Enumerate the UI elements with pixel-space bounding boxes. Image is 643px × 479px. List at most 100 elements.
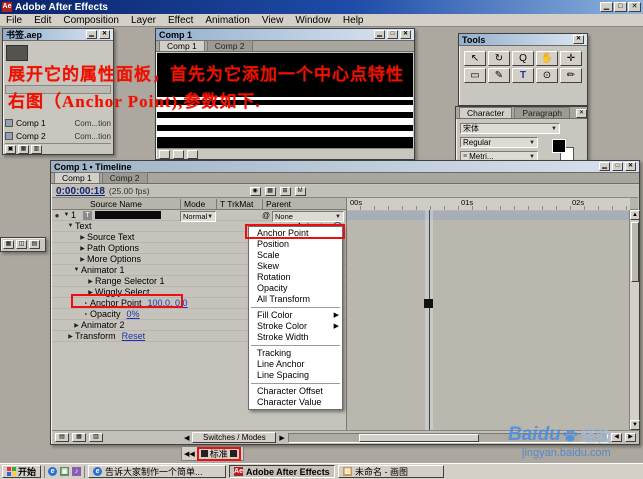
- timeline-vertical-scrollbar[interactable]: ▲ ▼: [629, 210, 640, 430]
- layer-row[interactable]: ● ▼ 1 T Normal ▼ @ None ▼: [52, 210, 346, 222]
- motion-blur-icon[interactable]: M: [294, 186, 306, 196]
- column-parent[interactable]: Parent: [262, 199, 291, 209]
- time-ruler[interactable]: 00s 01s 02s: [346, 198, 630, 210]
- hand-tool-icon[interactable]: ✋: [536, 51, 558, 66]
- tab-paragraph[interactable]: Paragraph: [514, 107, 571, 118]
- menu-layer[interactable]: Layer: [125, 14, 162, 27]
- scrollbar-thumb[interactable]: [631, 222, 639, 282]
- menu-item-scale[interactable]: Scale: [249, 250, 342, 261]
- twirl-open-icon[interactable]: ▼: [72, 267, 81, 273]
- scroll-up-icon[interactable]: ▲: [630, 210, 640, 220]
- menu-item-character-offset[interactable]: Character Offset: [249, 386, 342, 397]
- transform-reset-link[interactable]: Reset: [122, 331, 146, 341]
- twirl-open-icon[interactable]: ▼: [66, 223, 75, 229]
- expand-layers-icon[interactable]: ▤: [55, 433, 69, 442]
- font-family-select[interactable]: 宋体 ▼: [460, 123, 560, 134]
- twirl-open-icon[interactable]: ▼: [62, 212, 71, 218]
- column-mode[interactable]: Mode: [180, 199, 205, 209]
- menu-file[interactable]: File: [0, 14, 28, 27]
- menu-view[interactable]: View: [256, 14, 290, 27]
- stopwatch-icon[interactable]: ◔: [80, 310, 90, 319]
- comp-family-comp-icon[interactable]: ▦: [264, 186, 276, 196]
- menu-item-position[interactable]: Position: [249, 239, 342, 250]
- timeline-close-button[interactable]: ✕: [625, 162, 636, 171]
- timeline-maximize-button[interactable]: □: [612, 162, 623, 171]
- menu-animation[interactable]: Animation: [199, 14, 255, 27]
- character-close-button[interactable]: ✕: [576, 109, 587, 118]
- mini-tool-icon[interactable]: ▤: [29, 240, 40, 249]
- maximize-button[interactable]: □: [614, 2, 627, 12]
- comp-family-flowchart-icon[interactable]: ◉: [249, 186, 261, 196]
- comp-maximize-button[interactable]: □: [387, 30, 398, 39]
- project-panel-titlebar[interactable]: 书签.aep ▁ ✕: [3, 29, 113, 41]
- prev-arrow-icon[interactable]: ◀: [184, 434, 189, 442]
- parent-pickwhip-icon[interactable]: @: [262, 211, 270, 220]
- twirl-closed-icon[interactable]: ▶: [66, 333, 75, 340]
- menu-item-opacity[interactable]: Opacity: [249, 283, 342, 294]
- anchor-point-value[interactable]: 100.0, 0.0: [148, 298, 188, 308]
- timeline-minimize-button[interactable]: ▁: [599, 162, 610, 171]
- timeline-graph-area[interactable]: [346, 210, 629, 430]
- rotation-tool-icon[interactable]: ↻: [488, 51, 510, 66]
- project-item-row[interactable]: Comp 1 Com...tion: [5, 117, 111, 129]
- menu-item-rotation[interactable]: Rotation: [249, 272, 342, 283]
- comp-close-button[interactable]: ✕: [400, 30, 411, 39]
- keyframe-marker[interactable]: [424, 299, 433, 308]
- menu-item-stroke-width[interactable]: Stroke Width: [249, 332, 342, 343]
- menu-help[interactable]: Help: [337, 14, 370, 27]
- font-style-select[interactable]: Regular ▼: [460, 137, 538, 148]
- paintbrush-tool-icon[interactable]: ✏: [560, 68, 582, 83]
- project-close-button[interactable]: ✕: [99, 30, 110, 39]
- comp-tab-2[interactable]: Comp 2: [206, 40, 253, 51]
- twirl-closed-icon[interactable]: ▶: [86, 289, 95, 296]
- eye-icon[interactable]: ●: [52, 211, 62, 220]
- timeline-tab-1[interactable]: Comp 1: [54, 172, 100, 183]
- twirl-closed-icon[interactable]: ▶: [78, 245, 87, 252]
- minimize-button[interactable]: ▁: [600, 2, 613, 12]
- zoom-out-icon[interactable]: ◀: [611, 433, 622, 442]
- menu-item-tracking[interactable]: Tracking: [249, 348, 342, 359]
- tab-character[interactable]: Character: [459, 107, 513, 118]
- quicklaunch-desktop-icon[interactable]: ▣: [60, 467, 70, 476]
- scroll-down-icon[interactable]: ▼: [630, 420, 640, 430]
- comp-minimize-button[interactable]: ▁: [374, 30, 385, 39]
- twirl-closed-icon[interactable]: ▶: [78, 234, 87, 241]
- trash-icon[interactable]: ▥: [31, 145, 42, 154]
- task-button-after-effects[interactable]: Ae Adobe After Effects: [229, 465, 336, 478]
- column-trkmat[interactable]: T TrkMat: [216, 199, 253, 209]
- menu-item-character-value[interactable]: Character Value: [249, 397, 342, 408]
- twirl-closed-icon[interactable]: ▶: [72, 322, 81, 329]
- expand-modes-icon[interactable]: ▦: [72, 433, 86, 442]
- selection-tool-icon[interactable]: ↖: [464, 51, 486, 66]
- zoom-in-icon[interactable]: ▶: [625, 433, 636, 442]
- menu-item-line-anchor[interactable]: Line Anchor: [249, 359, 342, 370]
- menu-item-anchor-point[interactable]: Anchor Point: [249, 228, 342, 239]
- scrollbar-thumb[interactable]: [358, 433, 479, 442]
- project-minimize-button[interactable]: ▁: [86, 30, 97, 39]
- magnification-menu[interactable]: [159, 149, 170, 159]
- new-folder-icon[interactable]: ▣: [5, 145, 16, 154]
- tools-titlebar[interactable]: Tools ✕: [459, 34, 587, 46]
- text-tool-icon[interactable]: T: [512, 68, 534, 83]
- quicklaunch-media-icon[interactable]: ♪: [72, 467, 82, 476]
- twirl-closed-icon[interactable]: ▶: [78, 256, 87, 263]
- fill-color-swatch[interactable]: [552, 139, 566, 153]
- layer-duration-bar[interactable]: [347, 211, 629, 220]
- standard-badge[interactable]: 标准: [196, 446, 241, 461]
- menu-composition[interactable]: Composition: [57, 14, 125, 27]
- menu-item-line-spacing[interactable]: Line Spacing: [249, 370, 342, 381]
- pan-behind-tool-icon[interactable]: ✛: [560, 51, 582, 66]
- zoom-tool-icon[interactable]: Q: [512, 51, 534, 66]
- expand-graph-icon[interactable]: ▥: [89, 433, 103, 442]
- comp-family-layer-icon[interactable]: ⊞: [279, 186, 291, 196]
- menu-item-skew[interactable]: Skew: [249, 261, 342, 272]
- safe-zones-icon[interactable]: [173, 149, 184, 159]
- mask-tool-icon[interactable]: ▭: [464, 68, 486, 83]
- stopwatch-icon[interactable]: ◔: [80, 299, 90, 308]
- comp-tab-1[interactable]: Comp 1: [159, 40, 205, 51]
- timeline-tab-2[interactable]: Comp 2: [101, 172, 148, 183]
- twirl-closed-icon[interactable]: ▶: [86, 278, 95, 285]
- menu-item-stroke-color[interactable]: Stroke Color ▶: [249, 321, 342, 332]
- column-source-name[interactable]: Source Name: [90, 199, 142, 209]
- camera-tool-icon[interactable]: ⊙: [536, 68, 558, 83]
